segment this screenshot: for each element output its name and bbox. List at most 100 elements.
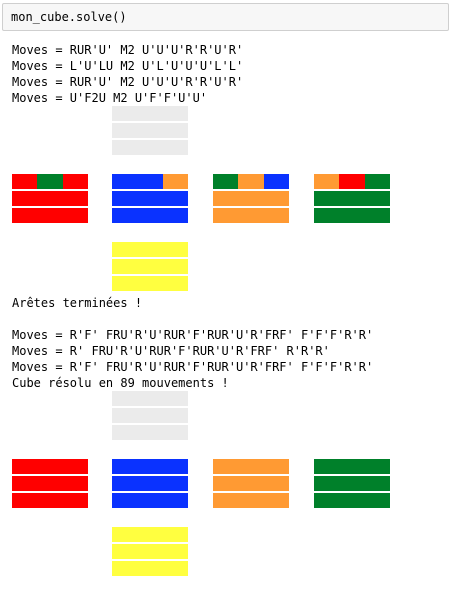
- cube-sticker: [62, 459, 88, 474]
- cube-sticker: [339, 493, 365, 508]
- cube-face-row: [112, 242, 188, 257]
- cube-sticker: [137, 208, 163, 223]
- cube-sticker: [37, 191, 63, 206]
- cube-face-row: [112, 527, 188, 542]
- cube-sticker: [339, 191, 365, 206]
- cube-sticker: [263, 476, 289, 491]
- cube-sticker: [112, 527, 138, 542]
- cube-sticker: [263, 459, 289, 474]
- cube-sticker: [137, 425, 163, 440]
- cube-sticker: [314, 191, 340, 206]
- output-line: Moves = R'F' FRU'R'U'RUR'F'RUR'U'R'FRF' …: [12, 360, 374, 374]
- cube-net: [12, 391, 452, 580]
- cube-face-right: [112, 174, 188, 223]
- cube-sticker: [112, 544, 138, 559]
- cube-sticker: [112, 174, 138, 189]
- cube-sticker: [339, 174, 365, 189]
- cube-sticker: [137, 391, 163, 406]
- cube-sticker: [112, 459, 138, 474]
- cube-sticker: [162, 140, 188, 155]
- cube-face-row: [112, 208, 188, 223]
- cube-sticker: [162, 391, 188, 406]
- cube-sticker: [137, 174, 163, 189]
- output-line: Moves = R'F' FRU'R'U'RUR'F'RUR'U'R'FRF' …: [12, 328, 374, 342]
- cube-sticker: [162, 208, 188, 223]
- code-cell-input[interactable]: mon_cube.solve(): [11, 10, 127, 24]
- cube-sticker: [137, 242, 163, 257]
- cube-face-back: [213, 174, 289, 223]
- output-line: Moves = RUR'U' M2 U'U'U'R'R'U'R': [12, 75, 244, 89]
- cube-sticker: [162, 106, 188, 121]
- cube-sticker: [364, 191, 390, 206]
- cube-sticker: [238, 191, 264, 206]
- cube-face-row: [112, 391, 188, 406]
- output-line: Moves = U'F2U M2 U'F'F'U'U': [12, 91, 208, 105]
- cube-sticker: [162, 174, 188, 189]
- cube-sticker: [263, 191, 289, 206]
- cube-sticker: [112, 123, 138, 138]
- cube-face-row: [213, 459, 289, 474]
- cube-face-bottom: [112, 242, 188, 291]
- cube-face-row: [314, 459, 390, 474]
- cube-sticker: [137, 140, 163, 155]
- cube-face-row: [112, 493, 188, 508]
- cube-face-row: [112, 174, 188, 189]
- cube-face-row: [314, 208, 390, 223]
- cube-sticker: [137, 106, 163, 121]
- cube-sticker: [62, 174, 88, 189]
- code-cell[interactable]: mon_cube.solve(): [2, 3, 449, 31]
- cube-sticker: [213, 191, 239, 206]
- cube-sticker: [213, 174, 239, 189]
- cube-sticker: [12, 208, 38, 223]
- cube-face-row: [112, 140, 188, 155]
- cube-sticker: [112, 106, 138, 121]
- cube-sticker: [314, 459, 340, 474]
- cube-sticker: [12, 476, 38, 491]
- cube-sticker: [213, 493, 239, 508]
- cube-face-row: [213, 174, 289, 189]
- cube-face-front: [12, 459, 88, 508]
- cube-sticker: [112, 276, 138, 291]
- cube-sticker: [137, 459, 163, 474]
- cube-face-front: [12, 174, 88, 223]
- cube-sticker: [364, 493, 390, 508]
- cube-sticker: [37, 174, 63, 189]
- cube-face-row: [112, 123, 188, 138]
- cube-sticker: [162, 123, 188, 138]
- cube-sticker: [162, 276, 188, 291]
- cube-sticker: [37, 208, 63, 223]
- cube-face-left: [314, 174, 390, 223]
- cube-sticker: [238, 174, 264, 189]
- cube-face-row: [112, 408, 188, 423]
- cube-face-row: [112, 191, 188, 206]
- cube-sticker: [37, 493, 63, 508]
- cube-sticker: [213, 208, 239, 223]
- cube-sticker: [137, 123, 163, 138]
- cube-face-row: [12, 191, 88, 206]
- cube-sticker: [137, 544, 163, 559]
- cube-sticker: [112, 140, 138, 155]
- cube-sticker: [339, 459, 365, 474]
- cube-face-row: [112, 561, 188, 576]
- cube-sticker: [162, 561, 188, 576]
- cube-face-row: [314, 476, 390, 491]
- cube-sticker: [162, 425, 188, 440]
- cube-sticker: [62, 476, 88, 491]
- output-line: Moves = RUR'U' M2 U'U'U'R'R'U'R': [12, 43, 244, 57]
- cube-sticker: [12, 174, 38, 189]
- cube-sticker: [112, 191, 138, 206]
- cube-sticker: [112, 476, 138, 491]
- cube-sticker: [364, 459, 390, 474]
- output-line: Cube résolu en 89 mouvements !: [12, 376, 229, 390]
- cube-sticker: [339, 476, 365, 491]
- cube-face-bottom: [112, 527, 188, 576]
- cube-face-top: [112, 106, 188, 155]
- cube-sticker: [62, 208, 88, 223]
- cube-face-row: [112, 106, 188, 121]
- cube-face-back: [213, 459, 289, 508]
- cube-sticker: [238, 208, 264, 223]
- cube-sticker: [339, 208, 365, 223]
- cube-sticker: [112, 493, 138, 508]
- cube-face-row: [213, 191, 289, 206]
